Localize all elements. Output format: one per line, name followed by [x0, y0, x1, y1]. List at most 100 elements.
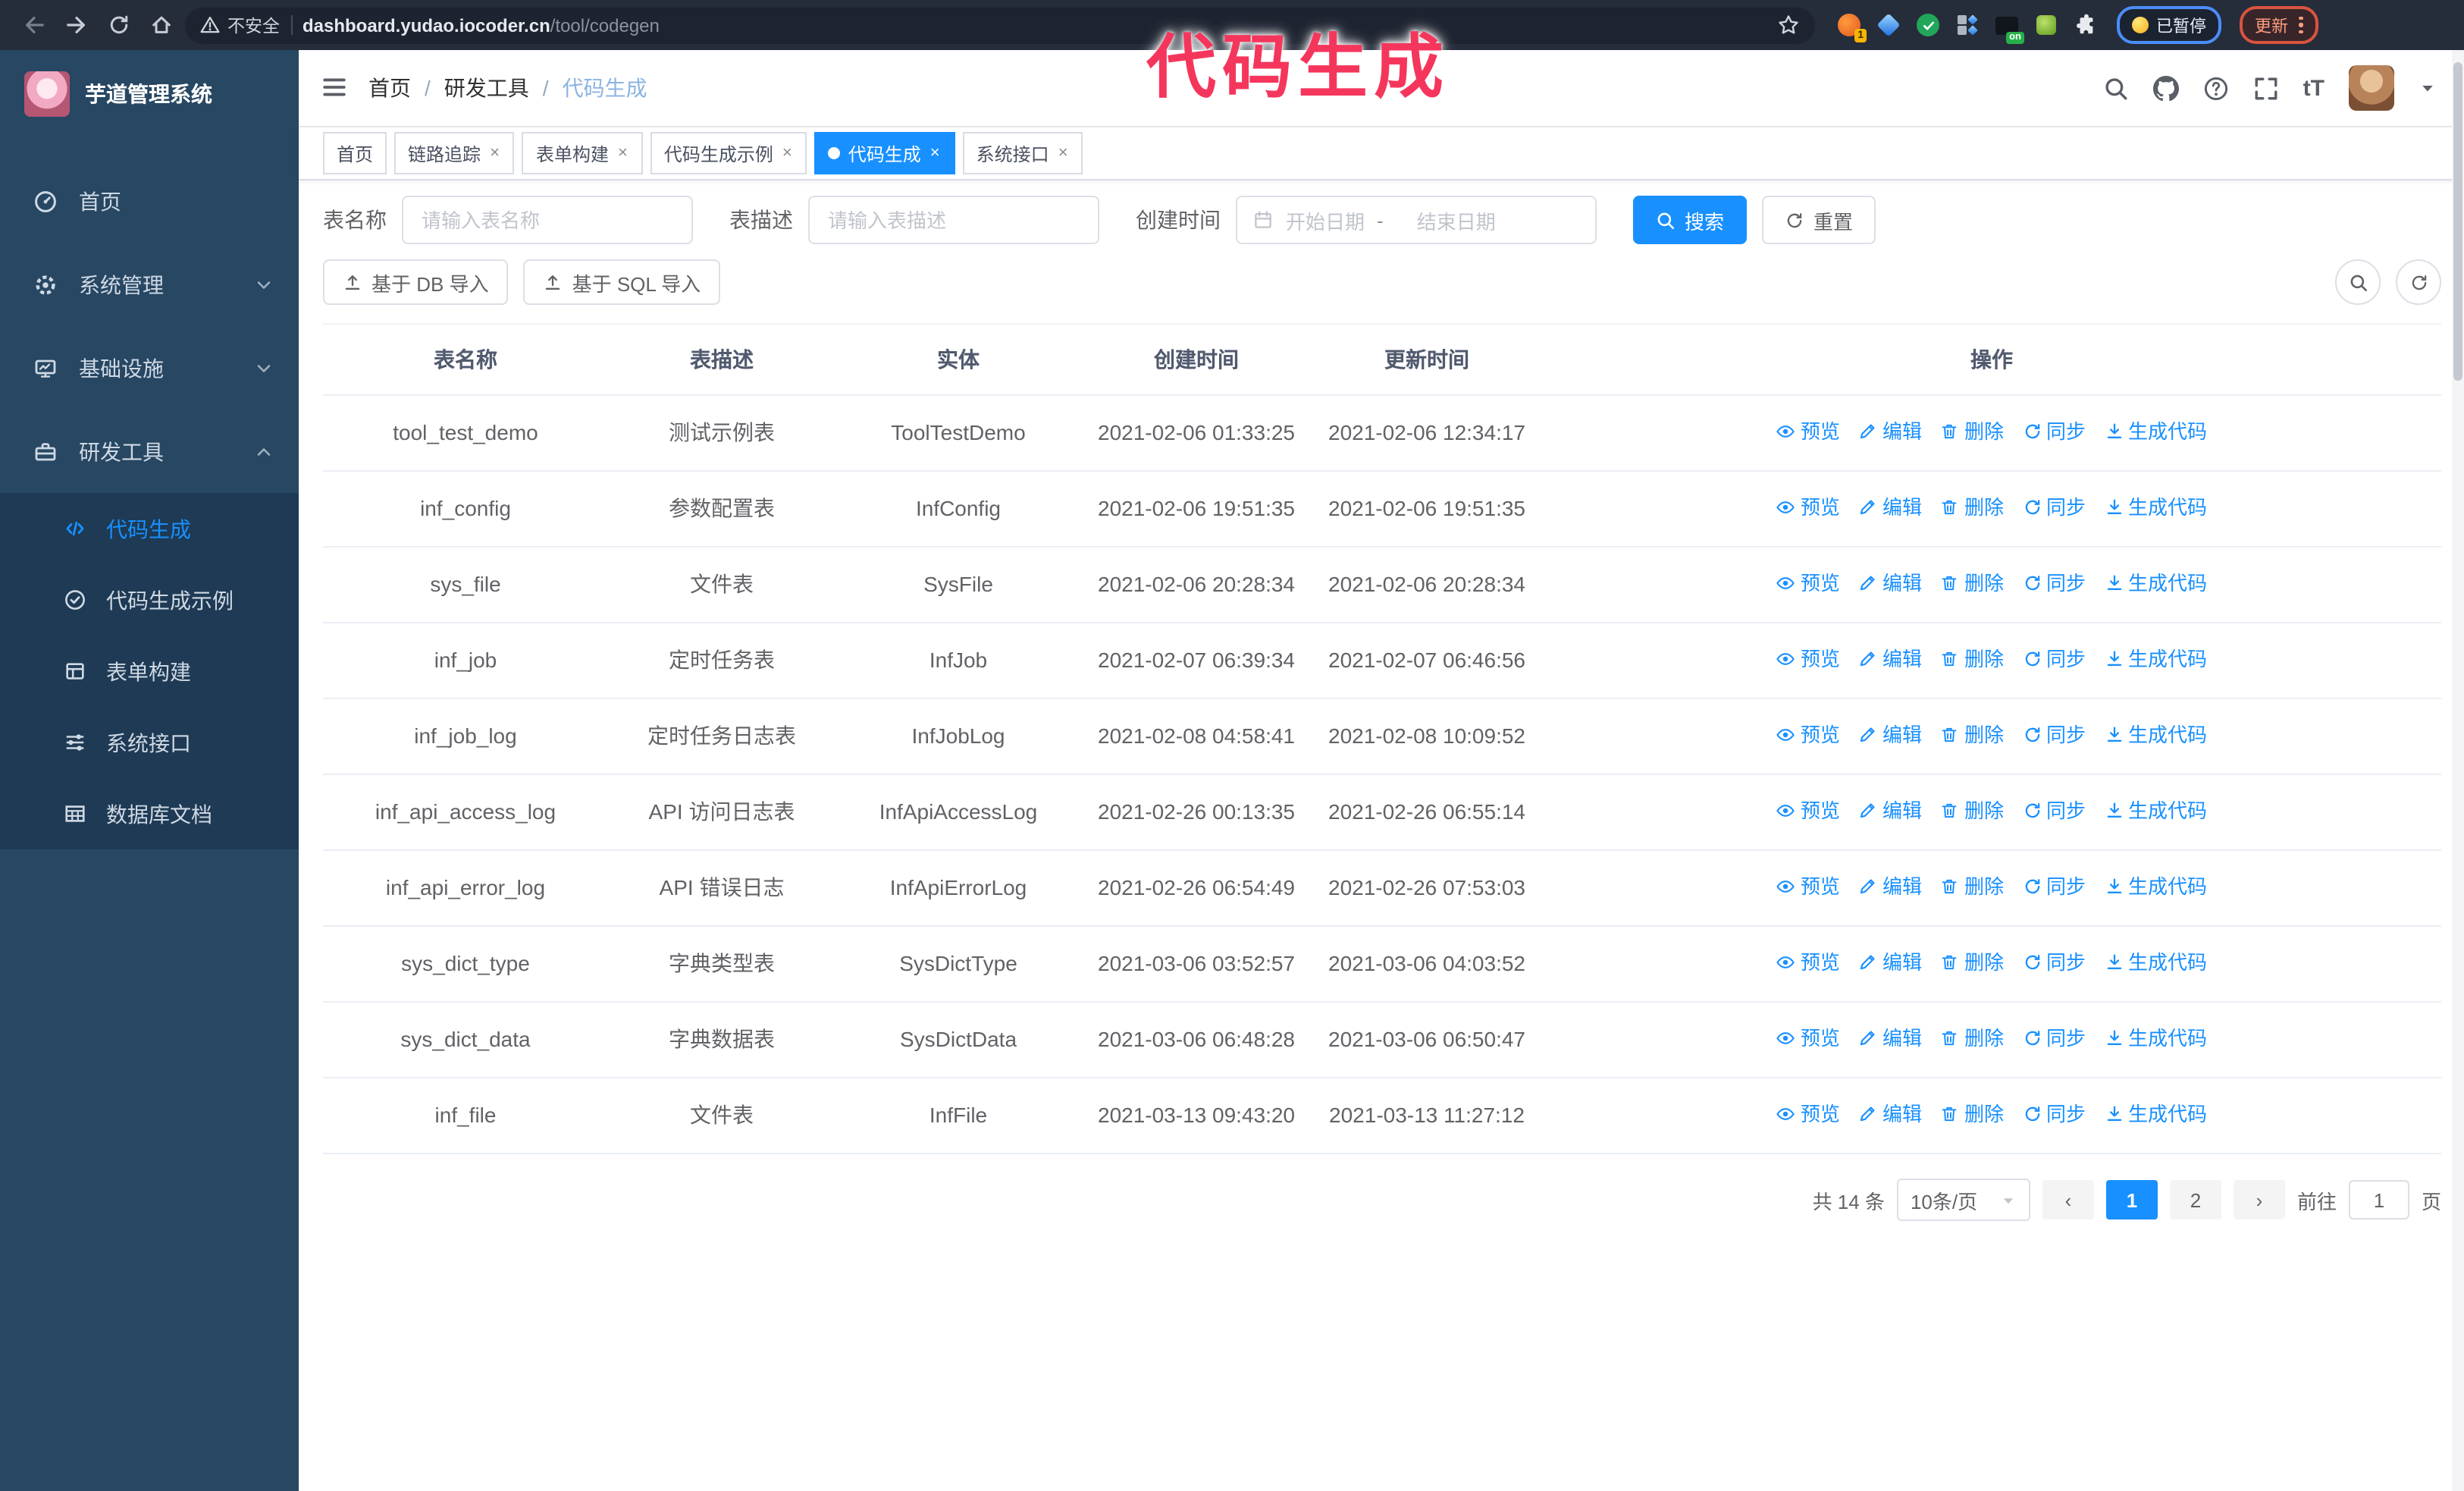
edit-link[interactable]: 编辑 — [1858, 567, 1922, 599]
extension-icon-2[interactable] — [1876, 12, 1901, 38]
help-icon[interactable] — [2203, 75, 2229, 101]
generate-code-link[interactable]: 生成代码 — [2104, 871, 2207, 902]
delete-link[interactable]: 删除 — [1940, 1098, 2004, 1130]
sidebar-item-codegen-example[interactable]: 代码生成示例 — [0, 564, 299, 636]
edit-link[interactable]: 编辑 — [1858, 871, 1922, 902]
table-name-input[interactable] — [402, 196, 693, 244]
preview-link[interactable]: 预览 — [1776, 1098, 1840, 1130]
extension-icon-3[interactable] — [1915, 12, 1941, 38]
edit-link[interactable]: 编辑 — [1858, 1098, 1922, 1130]
generate-code-link[interactable]: 生成代码 — [2104, 795, 2207, 827]
edit-link[interactable]: 编辑 — [1858, 416, 1922, 447]
generate-code-link[interactable]: 生成代码 — [2104, 719, 2207, 751]
refresh-table-button[interactable] — [2396, 259, 2441, 305]
preview-link[interactable]: 预览 — [1776, 871, 1840, 902]
toggle-search-button[interactable] — [2335, 259, 2381, 305]
edit-link[interactable]: 编辑 — [1858, 1022, 1922, 1054]
close-icon[interactable]: × — [781, 144, 794, 162]
sync-link[interactable]: 同步 — [2022, 416, 2086, 447]
generate-code-link[interactable]: 生成代码 — [2104, 946, 2207, 978]
generate-code-link[interactable]: 生成代码 — [2104, 643, 2207, 675]
browser-home-button[interactable] — [143, 7, 179, 43]
close-icon[interactable]: × — [1057, 144, 1070, 162]
delete-link[interactable]: 删除 — [1940, 871, 2004, 902]
sidebar-collapse-button[interactable] — [321, 74, 347, 102]
page-button-2[interactable]: 2 — [2169, 1180, 2221, 1219]
sidebar-item-db-docs[interactable]: 数据库文档 — [0, 778, 299, 849]
sync-link[interactable]: 同步 — [2022, 719, 2086, 751]
browser-update-button[interactable]: 更新 — [2240, 6, 2318, 44]
preview-link[interactable]: 预览 — [1776, 567, 1840, 599]
sync-link[interactable]: 同步 — [2022, 491, 2086, 523]
page-size-select[interactable]: 10条/页 — [1896, 1179, 2030, 1221]
preview-link[interactable]: 预览 — [1776, 795, 1840, 827]
prev-page-button[interactable]: ‹ — [2042, 1180, 2094, 1219]
edit-link[interactable]: 编辑 — [1858, 719, 1922, 751]
edit-link[interactable]: 编辑 — [1858, 795, 1922, 827]
preview-link[interactable]: 预览 — [1776, 643, 1840, 675]
address-bar[interactable]: 不安全 dashboard.yudao.iocoder.cn/tool/code… — [185, 7, 1815, 43]
tab-code-generation[interactable]: 代码生成 × — [814, 132, 955, 174]
extension-icon-6[interactable] — [2033, 12, 2059, 38]
extension-icon-5[interactable]: on — [1994, 12, 2024, 44]
preview-link[interactable]: 预览 — [1776, 946, 1840, 978]
extension-icon-1[interactable]: 1 — [1836, 12, 1867, 42]
sidebar-item-system-api[interactable]: 系统接口 — [0, 707, 299, 778]
edit-link[interactable]: 编辑 — [1858, 946, 1922, 978]
preview-link[interactable]: 预览 — [1776, 719, 1840, 751]
sync-link[interactable]: 同步 — [2022, 567, 2086, 599]
edit-link[interactable]: 编辑 — [1858, 491, 1922, 523]
sidebar-item-form-builder[interactable]: 表单构建 — [0, 636, 299, 707]
tab-home[interactable]: 首页 — [323, 132, 387, 174]
preview-link[interactable]: 预览 — [1776, 1022, 1840, 1054]
goto-page-input[interactable] — [2348, 1180, 2409, 1219]
sync-link[interactable]: 同步 — [2022, 946, 2086, 978]
tab-form-builder[interactable]: 表单构建 × — [522, 132, 643, 174]
delete-link[interactable]: 删除 — [1940, 946, 2004, 978]
scrollbar-thumb[interactable] — [2453, 62, 2462, 381]
preview-link[interactable]: 预览 — [1776, 416, 1840, 447]
delete-link[interactable]: 删除 — [1940, 1022, 2004, 1054]
import-from-sql-button[interactable]: 基于 SQL 导入 — [523, 259, 721, 305]
delete-link[interactable]: 删除 — [1940, 491, 2004, 523]
next-page-button[interactable]: › — [2233, 1180, 2285, 1219]
bookmark-star-icon[interactable] — [1777, 11, 1800, 39]
create-time-range-picker[interactable]: 开始日期 - 结束日期 — [1236, 196, 1597, 244]
generate-code-link[interactable]: 生成代码 — [2104, 1098, 2207, 1130]
generate-code-link[interactable]: 生成代码 — [2104, 416, 2207, 447]
close-icon[interactable]: × — [929, 144, 942, 162]
user-menu-caret-icon[interactable] — [2419, 74, 2437, 102]
reset-button[interactable]: 重置 — [1762, 196, 1876, 244]
browser-forward-button[interactable] — [58, 7, 94, 43]
profile-paused-badge[interactable]: 已暂停 — [2117, 6, 2221, 44]
sync-link[interactable]: 同步 — [2022, 1022, 2086, 1054]
table-desc-input[interactable] — [808, 196, 1099, 244]
sidebar-item-dev-tools[interactable]: 研发工具 — [0, 410, 299, 493]
user-avatar[interactable] — [2349, 65, 2394, 111]
generate-code-link[interactable]: 生成代码 — [2104, 1022, 2207, 1054]
tab-system-api[interactable]: 系统接口 × — [962, 132, 1083, 174]
browser-reload-button[interactable] — [100, 7, 136, 43]
header-search-icon[interactable] — [2103, 75, 2129, 101]
sync-link[interactable]: 同步 — [2022, 1098, 2086, 1130]
search-button[interactable]: 搜索 — [1633, 196, 1748, 244]
tab-codegen-example[interactable]: 代码生成示例 × — [650, 132, 807, 174]
delete-link[interactable]: 删除 — [1940, 795, 2004, 827]
security-indicator[interactable]: 不安全 — [200, 13, 280, 37]
close-icon[interactable]: × — [488, 144, 501, 162]
sync-link[interactable]: 同步 — [2022, 871, 2086, 902]
breadcrumb-home[interactable]: 首页 — [368, 73, 411, 103]
font-size-icon[interactable]: tT — [2303, 75, 2324, 101]
sidebar-item-home[interactable]: 首页 — [0, 159, 299, 243]
delete-link[interactable]: 删除 — [1940, 643, 2004, 675]
page-scrollbar[interactable] — [2452, 50, 2464, 1491]
delete-link[interactable]: 删除 — [1940, 567, 2004, 599]
generate-code-link[interactable]: 生成代码 — [2104, 491, 2207, 523]
tab-tracing[interactable]: 链路追踪 × — [394, 132, 515, 174]
fullscreen-icon[interactable] — [2253, 75, 2279, 101]
sync-link[interactable]: 同步 — [2022, 795, 2086, 827]
sync-link[interactable]: 同步 — [2022, 643, 2086, 675]
edit-link[interactable]: 编辑 — [1858, 643, 1922, 675]
close-icon[interactable]: × — [616, 144, 629, 162]
extension-icon-4[interactable] — [1955, 12, 1980, 38]
